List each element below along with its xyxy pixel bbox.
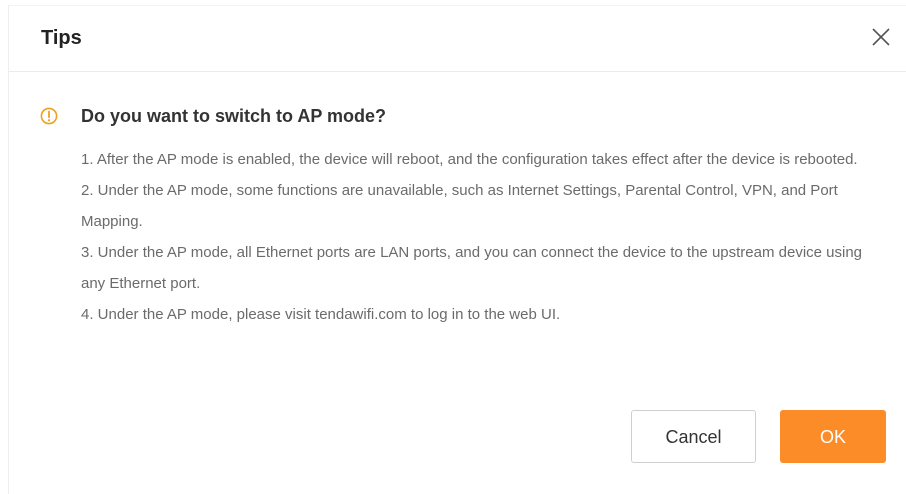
cancel-button[interactable]: Cancel	[631, 410, 756, 463]
close-icon	[872, 28, 890, 46]
dialog-title: Tips	[41, 27, 82, 49]
ok-button[interactable]: OK	[780, 410, 886, 463]
message-item: 2. Under the AP mode, some functions are…	[81, 182, 838, 230]
message-item: 4. Under the AP mode, please visit tenda…	[81, 306, 561, 323]
ap-mode-dialog: Tips Do you want to switch to AP mode? 1…	[8, 5, 906, 494]
message-item: 3. Under the AP mode, all Ethernet ports…	[81, 244, 863, 292]
exclamation-circle-icon	[40, 107, 58, 125]
question-text: Do you want to switch to AP mode?	[81, 106, 387, 126]
message-item: 1. After the AP mode is enabled, the dev…	[81, 151, 858, 168]
dialog-header: Tips	[9, 6, 906, 72]
message-list: 1. After the AP mode is enabled, the dev…	[81, 144, 881, 330]
close-button[interactable]	[867, 23, 895, 51]
